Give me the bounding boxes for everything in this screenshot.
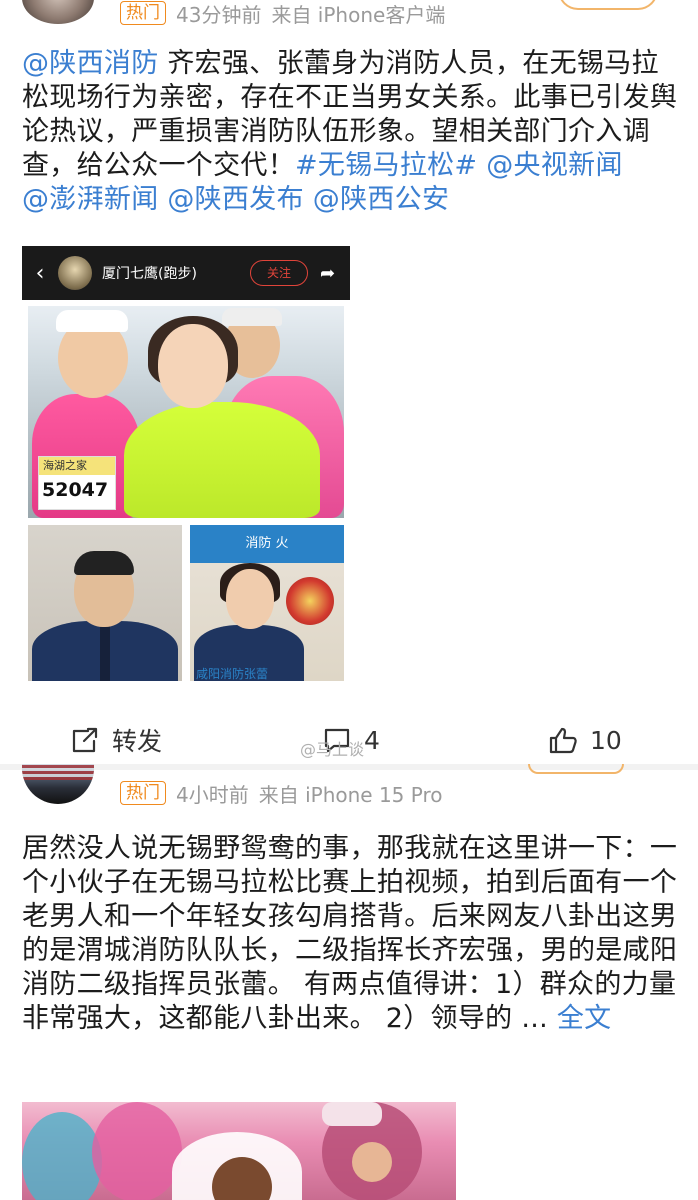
post-time: 43分钟前	[176, 2, 262, 27]
bib-number: 52047	[42, 479, 109, 501]
share-icon: ➦	[320, 262, 336, 284]
photo-banner: 消防 火	[190, 525, 344, 563]
mention-link[interactable]: @陕西消防	[22, 48, 159, 79]
runner-right-cap	[222, 308, 282, 326]
account-name: 厦门七鹰(跑步)	[102, 266, 197, 282]
flag-stripes	[22, 764, 94, 780]
fire-emblem-icon	[286, 577, 334, 625]
repost-button[interactable]: 转发	[70, 722, 162, 758]
expand-full-text-link[interactable]: 全文	[548, 1003, 611, 1034]
portrait-photo-man[interactable]	[28, 525, 182, 681]
post-meta: 热门 4小时前 来自 iPhone 15 Pro	[120, 780, 443, 807]
repost-label: 转发	[112, 727, 163, 756]
head	[226, 569, 274, 629]
post-text: 居然没人说无锡野鸳鸯的事，那我就在这里讲一下：一个小伙子在无锡马拉松比赛上拍视频…	[22, 832, 682, 1036]
post-time: 4小时前	[176, 782, 249, 807]
post-meta: 热门 43分钟前 来自 iPhone客户端	[120, 0, 446, 27]
crowd-shape	[22, 1112, 102, 1200]
hot-badge: 热门	[120, 781, 166, 805]
race-bib: 海湖之家 52047	[38, 456, 116, 510]
follow-button[interactable]	[558, 0, 658, 10]
mention-link[interactable]: @澎湃新闻	[22, 184, 159, 215]
bib-sponsor: 海湖之家	[39, 457, 115, 475]
user-avatar[interactable]	[22, 764, 94, 804]
weibo-post-1: 热门 43分钟前 来自 iPhone客户端 @陕西消防 齐宏强、张蕾身为消防人员…	[0, 0, 698, 760]
account-avatar	[58, 256, 92, 290]
hashtag-link[interactable]: #无锡马拉松#	[295, 150, 477, 181]
runner-center-head	[158, 324, 228, 408]
portrait-photo-woman[interactable]: 消防 火 咸阳消防张蕾	[190, 525, 344, 681]
follow-button[interactable]	[528, 764, 624, 774]
embedded-follow-button: 关注	[250, 260, 308, 286]
mention-link[interactable]: @陕西公安	[304, 184, 449, 215]
thumbs-up-icon	[549, 727, 577, 754]
back-arrow-icon: ‹	[35, 260, 45, 286]
post-text: @陕西消防 齐宏强、张蕾身为消防人员，在无锡马拉松现场行为亲密，存在不正当男女关…	[22, 47, 682, 217]
embedded-app-header[interactable]: ‹ 厦门七鹰(跑步) 关注 ➦	[22, 246, 350, 300]
user-avatar[interactable]	[22, 0, 94, 24]
mention-link[interactable]: @央视新闻	[477, 150, 622, 181]
photo-caption: 咸阳消防张蕾	[196, 667, 269, 681]
visor-shape	[322, 1102, 382, 1126]
hair	[74, 551, 134, 575]
watermark: @马上谈	[300, 740, 365, 759]
runner-left-cap	[56, 310, 128, 332]
marathon-photo-2[interactable]	[22, 1102, 456, 1200]
repost-icon	[72, 727, 98, 753]
weibo-post-2: 热门 4小时前 来自 iPhone 15 Pro 居然没人说无锡野鸳鸯的事，那我…	[0, 764, 698, 1200]
like-count: 10	[590, 725, 622, 755]
tie	[100, 621, 110, 681]
comment-count: 4	[364, 725, 380, 755]
marathon-photo[interactable]: 海湖之家 52047	[28, 306, 344, 518]
crowd-shape	[92, 1102, 182, 1200]
post-source: 来自 iPhone客户端	[271, 2, 446, 27]
mention-link[interactable]: @陕西发布	[159, 184, 304, 215]
face-shape	[352, 1142, 392, 1182]
like-button[interactable]: 10	[548, 725, 622, 755]
runner-center	[124, 402, 320, 518]
hot-badge: 热门	[120, 1, 166, 25]
post-source: 来自 iPhone 15 Pro	[258, 782, 443, 807]
